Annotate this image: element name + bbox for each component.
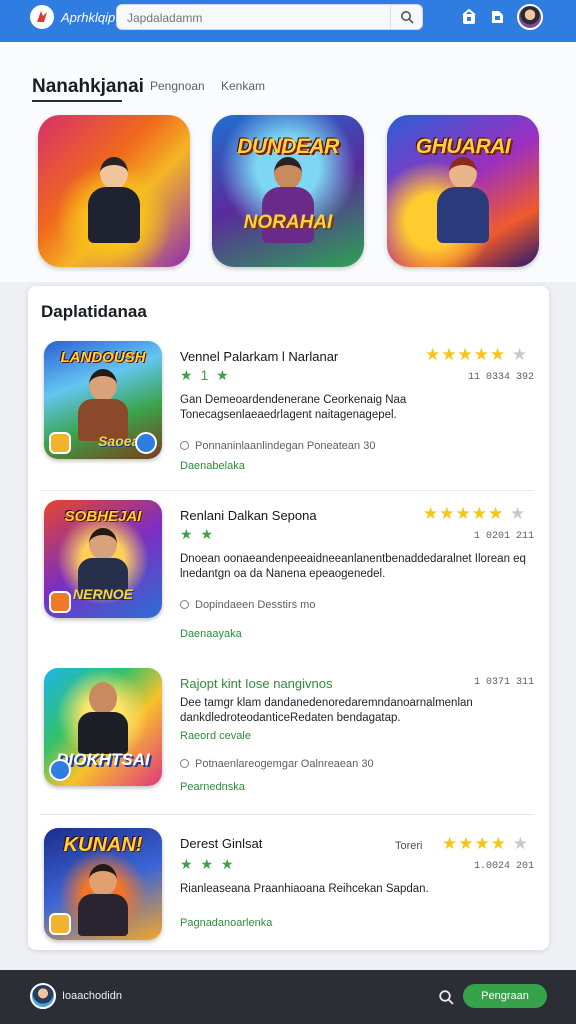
rating-count: 11 0334 392 [467,372,534,383]
game-link[interactable]: Pearnednska [180,781,245,793]
list-title: Daplatidanaa [41,302,147,321]
username: Ioaachodidn [62,990,122,1002]
tab-featured-1[interactable]: Pengnoan [150,79,205,93]
clock-icon [180,759,189,768]
game-link-secondary[interactable]: Raeord cevale [180,730,251,742]
game-meta: Ponnaninlaanlindegan Poneatean 30 [180,440,375,452]
app-name: Aprhklqip [61,10,116,25]
price-label: Toreri [395,840,423,852]
search-icon[interactable] [438,989,454,1005]
verified-icon [135,432,157,454]
rating-count: 1 0201 211 [473,531,534,542]
search-button[interactable] [390,5,422,29]
tab-featured-2[interactable]: Kenkam [221,79,265,93]
game-title[interactable]: Rajopt kint Iose nangivnos [180,676,332,691]
thumbnail-logo: KUNAN! [63,834,143,856]
featured-game-card[interactable]: GHUARAI [387,115,539,267]
mini-rating: ★ ★ [180,526,215,542]
game-thumbnail[interactable]: LANDOUSH Saoean [44,341,162,459]
game-meta: Dopindaeen Desstirs mo [180,599,315,611]
user-avatar[interactable] [30,983,56,1009]
thumbnail-character [78,369,128,441]
rating-count: 1 0371 311 [473,677,534,688]
featured-game-card[interactable] [38,115,190,267]
meta-text: Dopindaeen Desstirs mo [195,599,316,611]
game-art-logo: DUNDEAR [237,135,339,158]
game-title[interactable]: Vennel Palarkam l Narlanar [180,349,338,364]
game-description: Gan Demeoardendenerane Ceorkenaig Naa To… [180,394,407,421]
clock-icon [180,441,189,450]
user-avatar[interactable] [517,4,543,30]
clock-icon [180,600,189,609]
game-link[interactable]: Daenabelaka [180,460,245,472]
search-icon [400,11,414,24]
flame-icon [37,11,47,22]
thumbnail-character [78,864,128,936]
mini-rating: ★ 1 ★ [180,367,231,383]
game-meta: Potnaenlareogemgar Oalnreaean 30 [180,758,374,770]
meta-text: Potnaenlareogemgar Oalnreaean 30 [195,758,374,770]
rating-count: 1.0024 201 [473,861,534,872]
game-badge-icon [49,759,71,781]
game-list-panel: Daplatidanaa LANDOUSH Saoean Vennel Pala… [28,286,549,950]
game-art-character [433,157,493,244]
game-thumbnail[interactable]: SOBHEJAI NERNOE [44,500,162,618]
game-art-character [84,157,144,244]
game-link[interactable]: Pagnadanoarlenka [180,917,272,929]
game-title[interactable]: Derest Ginlsat [180,836,262,851]
game-badge-icon [49,432,71,454]
thumbnail-logo: LANDOUSH [60,349,146,366]
search-bar [116,4,423,30]
featured-game-card[interactable]: DUNDEAR NORAHAI [212,115,364,267]
game-badge-icon [49,913,71,935]
game-description: Rianleaseana Praanhiaoana Reihcekan Sapd… [180,883,429,895]
game-thumbnail[interactable]: DIOKHTSAI [44,668,162,786]
primary-action-button[interactable]: Pengraan [463,984,547,1008]
game-link[interactable]: Daenaayaka [180,628,242,640]
mini-rating: ★ ★ ★ [180,856,236,872]
star-rating: ★★★★ ★ [442,834,529,853]
game-description: Dnoean oonaeandenpeeaidneeanlanentbenadd… [180,553,526,580]
star-rating: ★★★★★ ★ [423,504,527,523]
game-art-logo-sub: NORAHAI [243,212,333,233]
thumbnail-character [78,682,128,754]
divider [40,814,534,815]
featured-title: Nanahkjanai [32,76,144,97]
bottom-bar: Ioaachodidn Pengraan [0,970,576,1024]
featured-section: Nanahkjanai Pengnoan Kenkam DUNDEAR NORA… [0,42,576,282]
thumbnail-logo: SOBHEJAI [64,508,142,525]
meta-text: Ponnaninlaanlindegan Poneatean 30 [195,440,376,452]
game-art-logo: GHUARAI [415,135,511,158]
game-title[interactable]: Renlani Dalkan Sepona [180,508,317,523]
library-icon[interactable] [489,9,505,25]
divider [40,490,534,491]
star-rating: ★★★★★ ★ [425,345,529,364]
search-input[interactable] [127,9,387,27]
active-tab-underline [32,100,122,102]
game-description: Dee tamgr klam dandanedenoredaremndanoar… [180,697,473,724]
game-badge-icon [49,591,71,613]
home-icon[interactable] [461,9,477,25]
top-bar: Aprhklqip [0,0,576,42]
game-thumbnail[interactable]: KUNAN! [44,828,162,940]
app-logo[interactable] [30,5,54,29]
